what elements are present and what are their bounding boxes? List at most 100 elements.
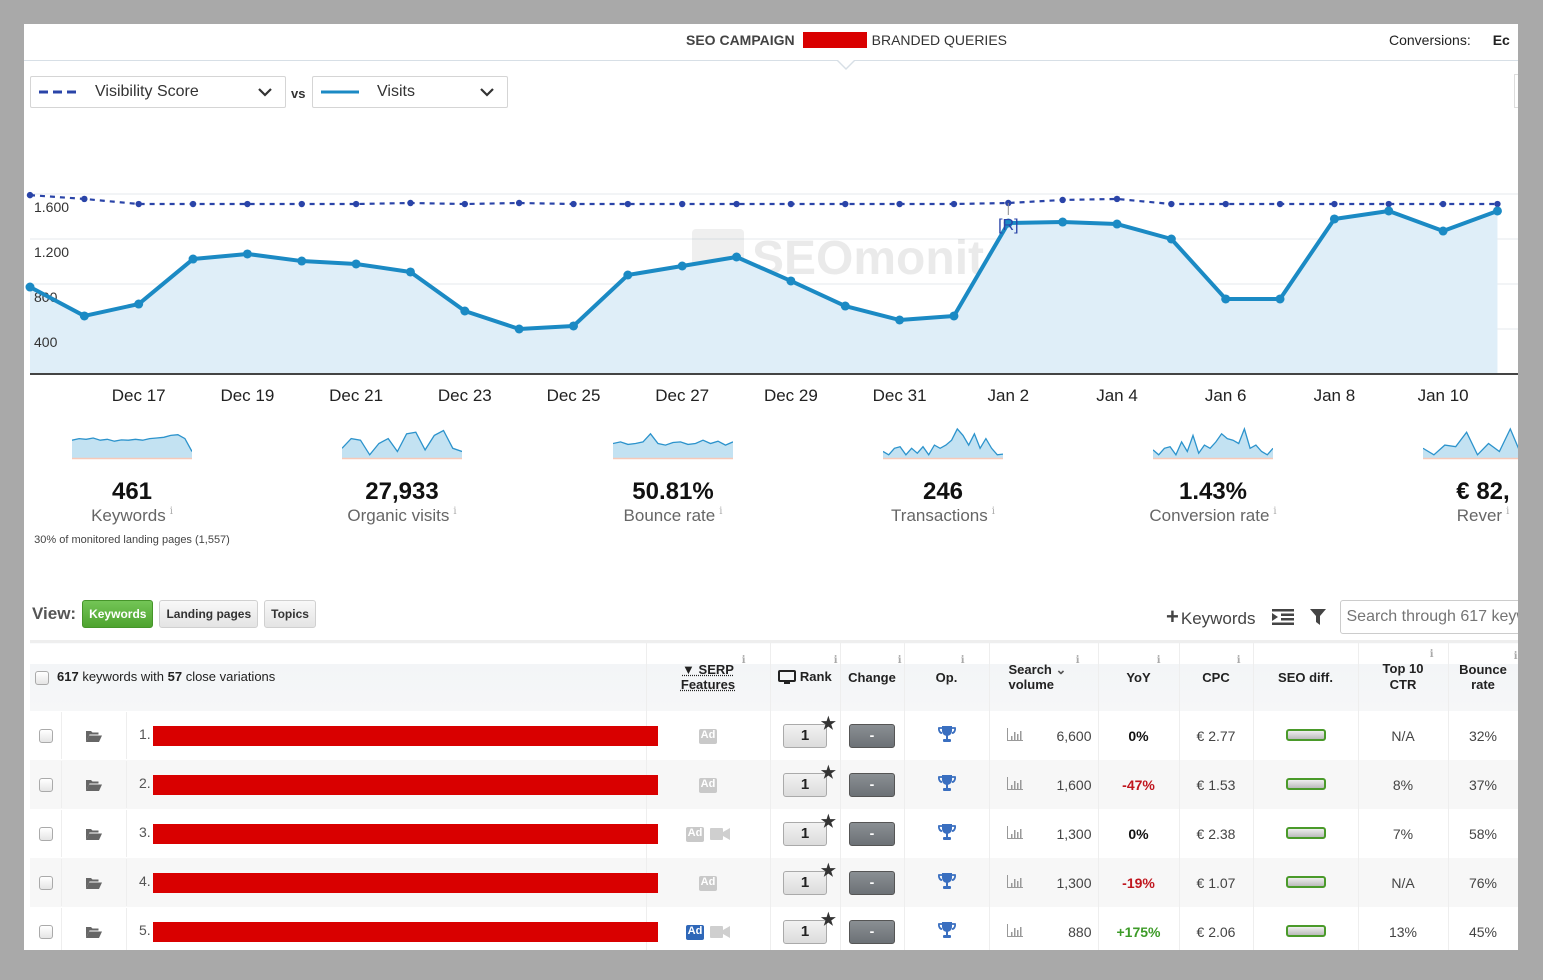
row-checkbox[interactable] <box>39 876 53 891</box>
segment-label[interactable]: BRANDED QUERIES <box>872 32 1007 48</box>
primary-metric-select[interactable]: Visibility Score <box>30 76 286 108</box>
col-rank[interactable]: Rank i <box>770 640 841 711</box>
info-icon[interactable]: i <box>1430 649 1434 660</box>
x-tick-label: Dec 27 <box>655 386 709 404</box>
table-row[interactable]: 1. Ad 1 ★ -6,600 0% € 2.77 N/A 32% <box>30 711 1518 760</box>
keywords-table: 617 keywords with 57 close variations ▼ … <box>30 640 1518 950</box>
trophy-icon[interactable] <box>937 921 956 939</box>
add-keywords-button[interactable]: + Keywords <box>1166 604 1256 630</box>
col-serp-label: SERP <box>698 662 734 677</box>
view-landing-pages-button[interactable]: Landing pages <box>159 600 259 628</box>
ctr-cell: 7% <box>1358 809 1449 858</box>
keyword-search-input[interactable] <box>1339 600 1518 634</box>
yoy-value: -19% <box>1122 874 1155 891</box>
folder-open-icon[interactable] <box>86 877 102 889</box>
rank-badge[interactable]: 1 ★ <box>783 861 836 895</box>
redacted-keyword[interactable] <box>152 872 658 893</box>
visits-point <box>623 270 633 280</box>
visits-point <box>297 256 307 266</box>
table-row[interactable]: 5. Ad 1 ★ -880 +175% € 2.06 13% 45% <box>30 907 1518 950</box>
trophy-icon[interactable] <box>937 823 956 841</box>
folder-open-icon[interactable] <box>86 926 102 938</box>
info-icon[interactable]: i <box>453 506 456 517</box>
summary-text: keywords with <box>82 669 164 685</box>
kpi-label: Keywords <box>91 506 166 525</box>
view-label: View: <box>32 604 77 623</box>
rank-badge[interactable]: 1 ★ <box>783 714 836 748</box>
info-icon[interactable]: i <box>1076 655 1080 666</box>
indent-list-icon[interactable] <box>1271 609 1294 625</box>
visibility-point <box>896 200 903 208</box>
trend-chart-icon[interactable] <box>1006 776 1023 790</box>
trend-chart-icon[interactable] <box>1006 874 1023 888</box>
col-search-volume[interactable]: Search ⌄ volume i <box>989 640 1099 711</box>
visibility-point <box>1222 200 1229 208</box>
info-icon[interactable]: i <box>742 655 746 666</box>
col-serp-features[interactable]: ▼ SERP Features i <box>646 640 771 711</box>
col-top10-ctr[interactable]: Top 10 CTR i <box>1358 640 1449 711</box>
info-icon[interactable]: i <box>1273 506 1276 517</box>
conversions-label: Conversions: <box>1389 32 1471 48</box>
redacted-keyword[interactable] <box>152 921 658 942</box>
conversions-value[interactable]: Ec <box>1493 32 1510 48</box>
info-icon[interactable]: i <box>834 655 838 666</box>
info-icon[interactable]: i <box>1157 655 1161 666</box>
trend-chart-icon[interactable] <box>1006 825 1023 839</box>
col-change[interactable]: Change i <box>840 640 905 711</box>
row-checkbox[interactable] <box>39 925 53 940</box>
row-number: 1. <box>139 726 151 743</box>
row-checkbox[interactable] <box>39 778 53 793</box>
visibility-point <box>26 191 34 199</box>
view-topics-button[interactable]: Topics <box>264 600 316 628</box>
kpi-value: € 82, <box>1456 478 1510 505</box>
col-seo-diff[interactable]: SEO diff. <box>1253 640 1359 711</box>
trophy-icon[interactable] <box>937 725 956 743</box>
row-checkbox[interactable] <box>39 729 53 744</box>
serp-features-cell: Ad <box>646 907 771 950</box>
rank-badge[interactable]: 1 ★ <box>783 763 836 797</box>
trophy-icon[interactable] <box>937 872 956 890</box>
info-icon[interactable]: i <box>898 655 902 666</box>
serp-features-cell: Ad <box>646 858 771 907</box>
info-icon[interactable]: i <box>1514 651 1518 662</box>
rank-badge[interactable]: 1 ★ <box>783 812 836 846</box>
info-icon[interactable]: i <box>992 506 995 517</box>
info-icon[interactable]: i <box>1237 655 1241 666</box>
info-icon[interactable]: i <box>719 506 722 517</box>
opportunity-cell <box>904 858 990 907</box>
partial-control[interactable] <box>1514 74 1518 108</box>
info-icon[interactable]: i <box>170 506 173 517</box>
col-op[interactable]: Op. i <box>904 640 990 711</box>
table-row[interactable]: 4. Ad 1 ★ -1,300 -19% € 1.07 N/A 76% <box>30 858 1518 907</box>
col-ctr-label: Top 10 <box>1382 661 1424 676</box>
row-checkbox[interactable] <box>39 827 53 842</box>
kpi-value: 461 <box>111 478 153 505</box>
conversions-selector[interactable]: Conversions: Ec <box>1389 32 1510 48</box>
info-icon[interactable]: i <box>1506 506 1509 517</box>
redacted-keyword[interactable] <box>152 725 658 746</box>
info-icon[interactable]: i <box>961 655 965 666</box>
sort-chevron-icon[interactable]: ⌄ <box>1056 662 1067 677</box>
redacted-keyword[interactable] <box>152 823 658 844</box>
view-keywords-button[interactable]: Keywords <box>82 600 154 628</box>
folder-open-icon[interactable] <box>86 828 102 840</box>
visibility-point <box>1059 196 1066 204</box>
secondary-metric-select[interactable]: Visits <box>312 76 508 108</box>
trend-chart-icon[interactable] <box>1006 923 1023 937</box>
folder-open-icon[interactable] <box>86 779 102 791</box>
select-all-checkbox[interactable] <box>35 670 49 685</box>
table-row[interactable]: 3. Ad 1 ★ -1,300 0% € 2.38 7% 58% <box>30 809 1518 858</box>
redacted-keyword[interactable] <box>152 774 658 795</box>
sparkline <box>1423 427 1518 460</box>
trend-chart-icon[interactable] <box>1006 727 1023 741</box>
col-yoy[interactable]: YoY i <box>1098 640 1180 711</box>
keyword-cell: 4. <box>30 858 658 907</box>
table-row[interactable]: 2. Ad 1 ★ -1,600 -47% € 1.53 8% 37% <box>30 760 1518 809</box>
trophy-icon[interactable] <box>937 774 956 792</box>
seo-difficulty-bar <box>1285 777 1326 790</box>
rank-badge[interactable]: 1 ★ <box>783 910 836 944</box>
filter-icon[interactable] <box>1309 609 1326 625</box>
col-bounce-rate[interactable]: Bounce rate i <box>1448 640 1518 711</box>
folder-open-icon[interactable] <box>86 730 102 742</box>
col-cpc[interactable]: CPC i <box>1179 640 1254 711</box>
